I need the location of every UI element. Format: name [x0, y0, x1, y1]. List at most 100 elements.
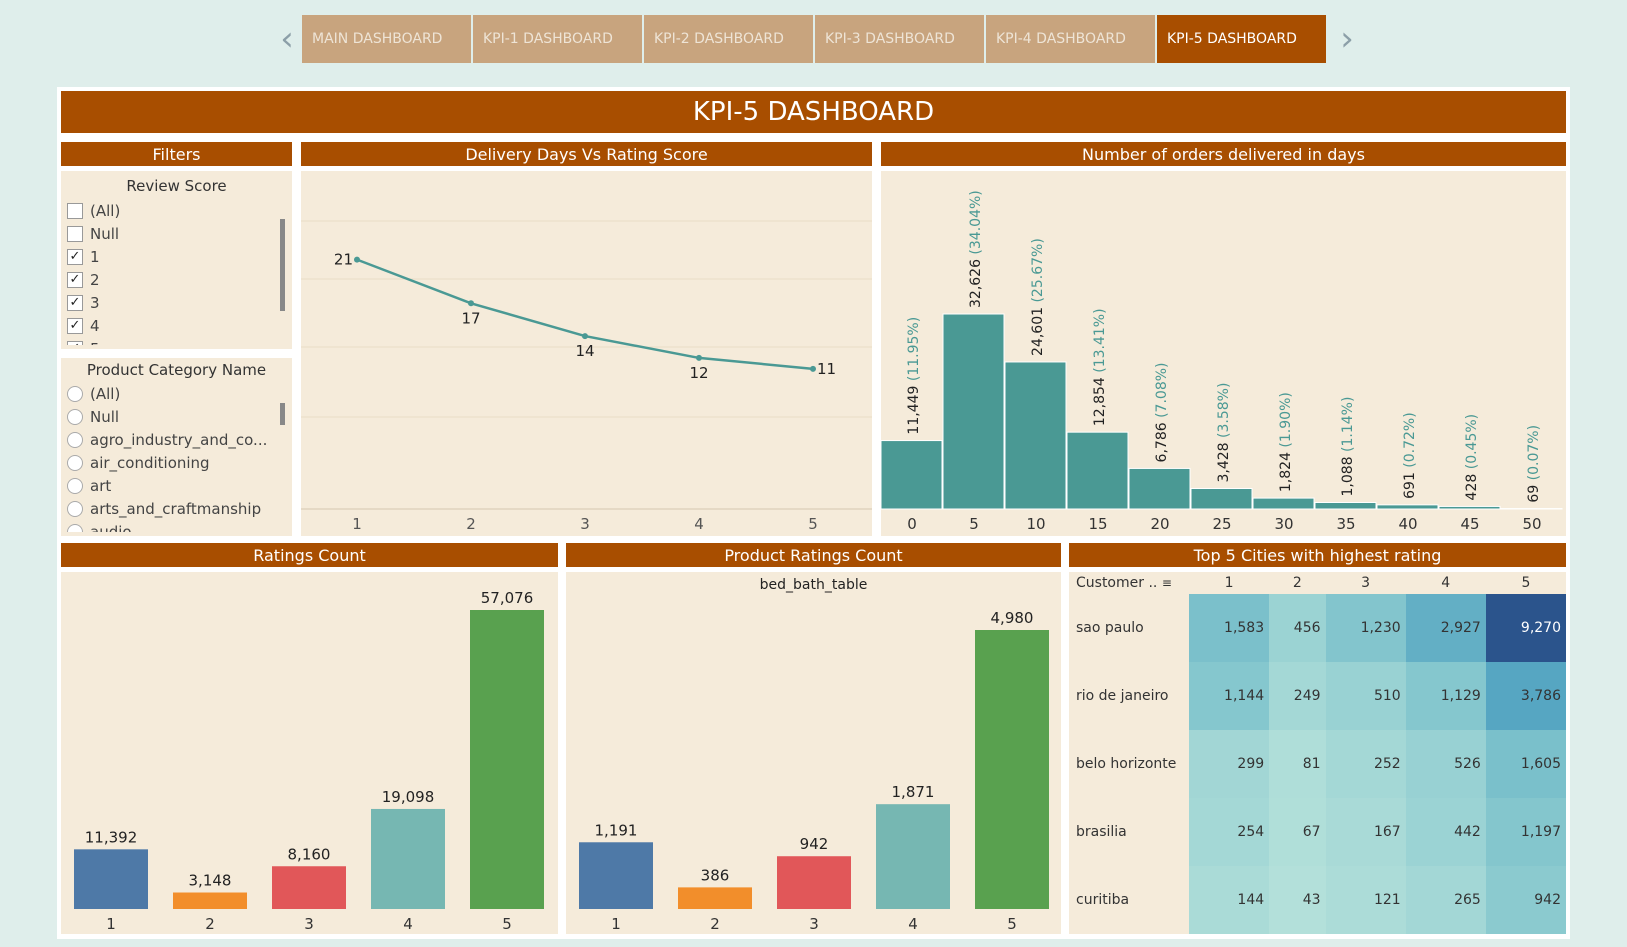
review-score-option[interactable]: ✓5	[67, 337, 266, 345]
bar-label: 1,824 (1.90%)	[1278, 392, 1294, 492]
heatmap-cell[interactable]: 456	[1269, 594, 1326, 662]
scrollbar[interactable]	[280, 219, 285, 311]
radio-icon[interactable]	[67, 408, 83, 425]
radio-icon[interactable]	[67, 523, 83, 532]
heatmap-cell[interactable]: 67	[1269, 798, 1326, 866]
heatmap-cell[interactable]: 254	[1189, 798, 1270, 866]
data-point[interactable]	[696, 354, 702, 361]
histogram-bar[interactable]	[1004, 361, 1067, 510]
review-score-option[interactable]: ✓ 3	[67, 291, 266, 314]
radio-icon[interactable]	[67, 385, 83, 402]
bar[interactable]	[975, 630, 1049, 909]
category-option[interactable]: agro_industry_and_co...	[67, 428, 266, 451]
bar[interactable]	[470, 610, 544, 909]
tab-kpi-4-dashboard[interactable]: KPI-4 DASHBOARD	[986, 15, 1155, 63]
radio-icon[interactable]	[67, 500, 83, 517]
heatmap-cell[interactable]: 1,605	[1485, 730, 1566, 798]
heatmap-cell[interactable]: 144	[1189, 866, 1270, 934]
data-point[interactable]	[354, 256, 360, 263]
heatmap-cell[interactable]: 252	[1325, 730, 1406, 798]
heatmap-cell[interactable]: 121	[1325, 866, 1406, 934]
heatmap-cell[interactable]: 3,786	[1485, 662, 1566, 730]
bar[interactable]	[272, 866, 346, 909]
heatmap-cell[interactable]: 2,927	[1405, 594, 1486, 662]
row-header-label[interactable]: Customer .. ≡	[1069, 572, 1189, 594]
x-tick-label: 1	[106, 915, 116, 933]
data-point[interactable]	[468, 300, 474, 307]
review-score-option[interactable]: Null	[67, 222, 266, 245]
heatmap-cell[interactable]: 9,270	[1485, 594, 1566, 662]
histogram-bar[interactable]	[880, 440, 943, 510]
category-option[interactable]: (All)	[67, 382, 266, 405]
checkbox-icon[interactable]	[67, 225, 83, 242]
bar-percent: (1.90%)	[1278, 392, 1294, 447]
review-score-option[interactable]: (All)	[67, 199, 266, 222]
bar[interactable]	[777, 856, 851, 909]
category-option[interactable]: air_conditioning	[67, 451, 266, 474]
heatmap-cell[interactable]: 942	[1485, 866, 1566, 934]
heatmap-cell[interactable]: 43	[1269, 866, 1326, 934]
tab-main-dashboard[interactable]: MAIN DASHBOARD	[302, 15, 471, 63]
review-score-option[interactable]: ✓ 2	[67, 268, 266, 291]
histogram-bar[interactable]	[1190, 488, 1253, 510]
bar[interactable]	[173, 892, 247, 909]
checkbox-checked-icon[interactable]: ✓	[67, 248, 83, 265]
heatmap-cell[interactable]: 510	[1325, 662, 1406, 730]
heatmap-cell[interactable]: 249	[1269, 662, 1326, 730]
tab-kpi-3-dashboard[interactable]: KPI-3 DASHBOARD	[815, 15, 984, 63]
histogram-bar[interactable]	[942, 313, 1005, 510]
heatmap-cell[interactable]: 167	[1325, 798, 1406, 866]
checkbox-checked-icon[interactable]: ✓	[67, 317, 83, 334]
data-point[interactable]	[582, 333, 588, 340]
filters-header: Filters	[61, 142, 292, 166]
bar[interactable]	[579, 842, 653, 909]
tab-kpi-2-dashboard[interactable]: KPI-2 DASHBOARD	[644, 15, 813, 63]
review-score-option[interactable]: ✓ 4	[67, 314, 266, 337]
bar-label: 32,626 (34.04%)	[968, 190, 984, 308]
bar[interactable]	[876, 804, 950, 909]
radio-icon[interactable]	[67, 454, 83, 471]
radio-icon[interactable]	[67, 431, 83, 448]
chevron-left-icon[interactable]: ‹	[272, 15, 302, 63]
chevron-right-icon[interactable]: ›	[1332, 15, 1362, 63]
heatmap-cell[interactable]: 1,129	[1405, 662, 1486, 730]
histogram-bar[interactable]	[1438, 505, 1501, 510]
heatmap-cell[interactable]: 1,144	[1189, 662, 1270, 730]
checkbox-checked-icon[interactable]: ✓	[67, 271, 83, 288]
x-tick-label: 3	[809, 915, 819, 933]
heatmap-cell[interactable]: 81	[1269, 730, 1326, 798]
review-score-option[interactable]: ✓ 1	[67, 245, 266, 268]
sort-icon[interactable]: ≡	[1162, 576, 1172, 590]
tab-kpi-5-dashboard[interactable]: KPI-5 DASHBOARD	[1157, 15, 1326, 63]
checkbox-icon[interactable]	[67, 202, 83, 219]
bar[interactable]	[371, 808, 445, 909]
checkbox-checked-icon[interactable]: ✓	[67, 294, 83, 311]
tab-kpi-1-dashboard[interactable]: KPI-1 DASHBOARD	[473, 15, 642, 63]
histogram-bar[interactable]	[1128, 467, 1191, 510]
checkbox-checked-icon[interactable]: ✓	[67, 340, 83, 345]
category-option[interactable]: arts_and_craftmanship	[67, 497, 266, 520]
x-tick-label: 10	[1026, 515, 1045, 533]
scrollbar[interactable]	[280, 403, 285, 425]
bar[interactable]	[678, 887, 752, 909]
histogram-bar[interactable]	[1376, 504, 1439, 510]
histogram-bar[interactable]	[1066, 431, 1129, 510]
heatmap-cell[interactable]: 1,197	[1485, 798, 1566, 866]
category-option[interactable]: art	[67, 474, 266, 497]
heatmap-cell[interactable]: 265	[1405, 866, 1486, 934]
heatmap-cell[interactable]: 526	[1405, 730, 1486, 798]
heatmap-cell[interactable]: 442	[1405, 798, 1486, 866]
column-header: 4	[1405, 572, 1486, 594]
histogram-bar[interactable]	[1314, 501, 1377, 510]
bar[interactable]	[74, 849, 148, 909]
category-option[interactable]: Null	[67, 405, 266, 428]
radio-icon[interactable]	[67, 477, 83, 494]
product-ratings-chart: 1,191 1 386 2 942 3 1,871 4 4,980 5	[579, 609, 1049, 933]
heatmap-cell[interactable]: 1,583	[1189, 594, 1270, 662]
heatmap-cell[interactable]: 299	[1189, 730, 1270, 798]
heatmap-row: rio de janeiro 1,144 249 510 1,129 3,786	[1069, 662, 1566, 730]
data-point[interactable]	[810, 365, 816, 372]
heatmap-cell[interactable]: 1,230	[1325, 594, 1406, 662]
category-option[interactable]: audio	[67, 520, 266, 532]
histogram-bar[interactable]	[1252, 497, 1315, 510]
